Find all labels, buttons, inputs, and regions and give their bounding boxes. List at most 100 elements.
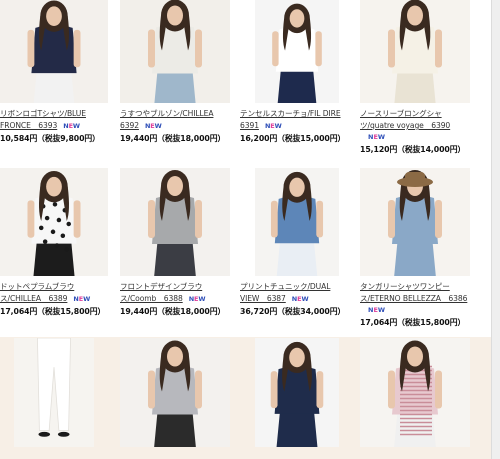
top-garment [152, 365, 198, 415]
product-name-link[interactable]: タンガリーシャツワンピース/ETERNO BELLEZZA 6386 [360, 281, 467, 305]
product-name-link[interactable]: プリントチュニック/DUAL VIEW 6387 NEW [240, 281, 330, 305]
product-name-line: タンガリーシャツワンピー [360, 282, 450, 291]
polka-dot [50, 229, 56, 235]
face [289, 177, 305, 197]
product-photo[interactable] [360, 168, 470, 276]
arm [270, 200, 278, 238]
product-name-line: ス/Coomb 6388 NEW [120, 294, 206, 303]
model-figure [255, 0, 339, 103]
arm [148, 200, 155, 238]
model-figure [0, 0, 108, 103]
top-garment [392, 195, 438, 244]
model-figure [360, 168, 470, 276]
product-photo[interactable] [0, 168, 108, 276]
product-name-line: フロントデザインブラウ [120, 282, 203, 291]
product-name-line: リボンロゴTシャツ/BLUE [0, 109, 86, 118]
face [407, 346, 423, 367]
top-garment [274, 366, 320, 414]
product-name-link[interactable]: ノースリーブロングシャ ツ/quatre voyage 6390 [360, 108, 450, 132]
product-price: 19,440円（税抜18,000円） [120, 307, 226, 316]
polka-dot [52, 202, 58, 207]
model-figure [0, 168, 108, 276]
polka-dot [66, 221, 71, 227]
face [289, 9, 305, 28]
arm [148, 29, 155, 68]
product-photo[interactable] [0, 0, 108, 103]
arm [315, 31, 322, 67]
product-name-link[interactable]: テンセルスカーチョ/FIL DIRE 6391 NEW [240, 108, 341, 132]
new-badge: NEW [368, 306, 386, 314]
product-photo[interactable] [120, 168, 230, 276]
arm [148, 370, 155, 409]
product-photo[interactable] [255, 0, 339, 103]
top-garment [274, 195, 320, 244]
arm [388, 200, 395, 238]
product-photo[interactable] [360, 0, 470, 103]
arm [388, 370, 395, 409]
new-badge: NEW [144, 122, 162, 130]
arm [435, 200, 442, 238]
face [407, 5, 423, 26]
arm [435, 370, 442, 409]
product-name-line: 6392 NEW [120, 121, 162, 130]
product-name-line: ス/CHILLEA 6389 NEW [0, 294, 91, 303]
arm [195, 370, 202, 409]
arm [73, 29, 81, 68]
top-garment [392, 24, 438, 74]
arm [435, 29, 442, 68]
product-photo[interactable] [360, 338, 470, 447]
product-name-line: 6391 NEW [240, 121, 282, 130]
product-photo[interactable] [255, 338, 339, 447]
product-photo[interactable] [120, 338, 230, 447]
product-price: 17,064円（税抜15,800円） [0, 307, 106, 316]
polka-dot [56, 217, 62, 223]
face [167, 5, 183, 26]
scrollbar[interactable] [491, 0, 500, 459]
model-figure [120, 338, 230, 447]
top-garment [275, 26, 319, 72]
product-price: 36,720円（税抜34,000円） [240, 307, 346, 316]
arm [195, 29, 202, 68]
new-badge: NEW [291, 295, 309, 303]
product-name-line: ドットペプラムブラウ [0, 282, 75, 291]
product-name-link[interactable]: リボンロゴTシャツ/BLUE FRONCE 6393 NEW [0, 108, 86, 132]
polka-dot [38, 225, 44, 231]
model-figure [360, 0, 470, 103]
model-figure [255, 168, 339, 276]
polka-dot [54, 243, 60, 248]
product-photo[interactable] [255, 168, 339, 276]
product-photo[interactable] [14, 338, 94, 447]
product-name-line: プリントチュニック/DUAL [240, 282, 331, 291]
product-photo[interactable] [120, 0, 230, 103]
product-name-line: ス/ETERNO BELLEZZA 6386 [360, 294, 468, 303]
face [167, 346, 183, 367]
face [46, 6, 62, 26]
arm [316, 200, 324, 238]
product-price: 17,064円（税抜15,800円） [360, 318, 466, 327]
product-name-line: テンセルスカーチョ/FIL DIRE [240, 109, 341, 118]
top-garment [152, 195, 198, 244]
product-name-link[interactable]: うすつやブルゾン/CHILLEA 6392 NEW [120, 108, 214, 132]
product-price: 10,584円（税抜9,800円） [0, 134, 100, 143]
product-name-line: VIEW 6387 NEW [240, 294, 309, 303]
shoe [57, 431, 70, 437]
new-badge: NEW [73, 295, 91, 303]
polka-dot [60, 233, 66, 239]
product-name-line: ツ/quatre voyage 6390 [360, 121, 451, 130]
arm [272, 31, 279, 67]
arm [73, 200, 81, 238]
model-figure [120, 168, 230, 276]
new-badge: NEW [188, 295, 206, 303]
face [167, 176, 183, 196]
new-badge: NEW [368, 133, 386, 141]
arm [316, 371, 324, 409]
model-figure [360, 338, 470, 447]
top-garment [152, 24, 198, 74]
arm [388, 29, 395, 68]
product-price: 15,120円（税抜14,000円） [360, 145, 466, 154]
product-name-link[interactable]: ドットペプラムブラウス/CHILLEA 6389 NEW [0, 281, 90, 305]
arm [27, 29, 35, 68]
product-name-line: FRONCE 6393 NEW [0, 121, 80, 130]
polka-dot [42, 239, 48, 244]
product-name-link[interactable]: フロントデザインブラウ ス/Coomb 6388 NEW [120, 281, 206, 305]
